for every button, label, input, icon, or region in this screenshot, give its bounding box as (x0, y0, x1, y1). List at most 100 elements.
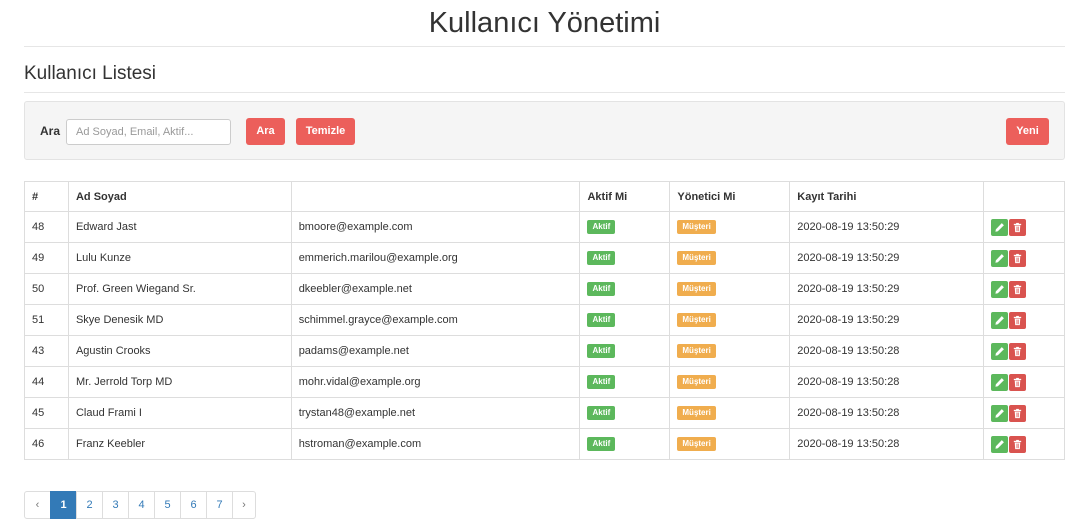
section-divider (24, 92, 1065, 93)
active-badge: Aktif (587, 437, 616, 451)
row-role-cell: Müşteri (669, 366, 791, 398)
pagination-page-7[interactable]: 7 (206, 491, 233, 519)
active-badge: Aktif (587, 344, 616, 358)
row-name: Edward Jast (67, 211, 292, 243)
delete-button[interactable] (1009, 311, 1027, 329)
header-admin[interactable]: Yönetici Mi (669, 181, 791, 212)
pagination-page-6[interactable]: 6 (180, 491, 207, 519)
edit-button[interactable] (991, 342, 1009, 360)
edit-button[interactable] (991, 435, 1009, 453)
table-row: 44 Mr. Jerrold Torp MD mohr.vidal@example.… (24, 366, 1065, 398)
role-badge: Müşteri (677, 437, 716, 451)
delete-button[interactable] (1009, 342, 1027, 360)
pagination-page-4[interactable]: 4 (128, 491, 155, 519)
header-active[interactable]: Aktif Mi (579, 181, 671, 212)
search-input[interactable] (66, 119, 231, 145)
table-row: 51 Skye Denesik MD schimmel.grayce@example… (24, 304, 1065, 336)
row-email: bmoore@example.com (290, 211, 581, 243)
pagination-next[interactable]: › (232, 491, 256, 519)
row-date: 2020-08-19 13:50:28 (789, 335, 985, 367)
role-badge: Müşteri (677, 313, 716, 327)
header-id[interactable]: # (24, 181, 69, 212)
delete-button[interactable] (1009, 373, 1027, 391)
row-role-cell: Müşteri (669, 211, 791, 243)
pagination-page-2[interactable]: 2 (76, 491, 103, 519)
active-badge: Aktif (587, 251, 616, 265)
page-title: Kullanıcı Yönetimi (428, 7, 661, 39)
header-date[interactable]: Kayıt Tarihi (789, 181, 985, 212)
edit-button[interactable] (991, 249, 1009, 267)
row-email: schimmel.grayce@example.com (290, 304, 581, 336)
role-badge: Müşteri (677, 375, 716, 389)
row-active-cell: Aktif (579, 304, 671, 336)
row-active-cell: Aktif (579, 273, 671, 305)
row-email: mohr.vidal@example.org (290, 366, 581, 398)
row-active-cell: Aktif (579, 397, 671, 429)
delete-button[interactable] (1009, 249, 1027, 267)
row-id: 43 (24, 335, 69, 367)
row-email: dkeebler@example.net (290, 273, 581, 305)
row-actions (983, 242, 1065, 274)
row-actions (983, 335, 1065, 367)
table-row: 50 Prof. Green Wiegand Sr. dkeebler@exampl… (24, 273, 1065, 305)
edit-button[interactable] (991, 373, 1009, 391)
row-active-cell: Aktif (579, 335, 671, 367)
header-name[interactable]: Ad Soyad (67, 181, 292, 212)
table-row: 48 Edward Jast bmoore@example.com Aktif Müşt… (24, 211, 1065, 243)
row-name: Prof. Green Wiegand Sr. (67, 273, 292, 305)
row-name: Agustin Crooks (67, 335, 292, 367)
row-email: padams@example.net (290, 335, 581, 367)
clear-button[interactable]: Temizle (296, 118, 355, 145)
table-row: 49 Lulu Kunze emmerich.marilou@example.org… (24, 242, 1065, 274)
row-role-cell: Müşteri (669, 335, 791, 367)
row-active-cell: Aktif (579, 242, 671, 274)
pagination-page-5[interactable]: 5 (154, 491, 181, 519)
row-email: emmerich.marilou@example.org (290, 242, 581, 274)
edit-button[interactable] (991, 280, 1009, 298)
row-actions (983, 304, 1065, 336)
edit-button[interactable] (991, 311, 1009, 329)
delete-button[interactable] (1009, 404, 1027, 422)
row-role-cell: Müşteri (669, 304, 791, 336)
header-actions (983, 181, 1065, 212)
row-name: Franz Keebler (67, 428, 292, 460)
delete-button[interactable] (1009, 435, 1027, 453)
row-name: Claud Frami I (67, 397, 292, 429)
row-date: 2020-08-19 13:50:29 (789, 273, 985, 305)
search-button[interactable]: Ara (246, 118, 285, 145)
users-table: # Ad Soyad Aktif Mi Yönetici Mi Kayıt Ta… (24, 181, 1065, 460)
edit-button[interactable] (991, 218, 1009, 236)
row-role-cell: Müşteri (669, 397, 791, 429)
row-active-cell: Aktif (579, 428, 671, 460)
active-badge: Aktif (587, 313, 616, 327)
row-role-cell: Müşteri (669, 273, 791, 305)
row-date: 2020-08-19 13:50:28 (789, 366, 985, 398)
table-row: 46 Franz Keebler hstroman@example.com Aktif… (24, 428, 1065, 460)
pagination-prev[interactable]: ‹ (24, 491, 51, 519)
table-row: 43 Agustin Crooks padams@example.net Aktif M… (24, 335, 1065, 367)
row-actions (983, 366, 1065, 398)
header-email[interactable] (290, 181, 581, 212)
row-email: hstroman@example.com (290, 428, 581, 460)
row-name: Skye Denesik MD (67, 304, 292, 336)
edit-button[interactable] (991, 404, 1009, 422)
row-actions (983, 397, 1065, 429)
role-badge: Müşteri (677, 344, 716, 358)
role-badge: Müşteri (677, 406, 716, 420)
delete-button[interactable] (1009, 280, 1027, 298)
title-divider (24, 46, 1065, 47)
row-date: 2020-08-19 13:50:28 (789, 397, 985, 429)
search-panel: Ara Ara Temizle Yeni (24, 101, 1065, 160)
table-row: 45 Claud Frami Itrystan48@example.net Akti… (24, 397, 1065, 429)
row-id: 44 (24, 366, 69, 398)
pagination-page-3[interactable]: 3 (102, 491, 129, 519)
pagination: ‹ 1 2 3 4 5 6 7 › (24, 491, 256, 519)
active-badge: Aktif (587, 220, 616, 234)
delete-button[interactable] (1009, 218, 1027, 236)
row-date: 2020-08-19 13:50:29 (789, 211, 985, 243)
row-id: 45 (24, 397, 69, 429)
pagination-page-1[interactable]: 1 (50, 491, 77, 519)
row-actions (983, 211, 1065, 243)
row-date: 2020-08-19 13:50:28 (789, 428, 985, 460)
new-user-button[interactable]: Yeni (1006, 118, 1049, 145)
